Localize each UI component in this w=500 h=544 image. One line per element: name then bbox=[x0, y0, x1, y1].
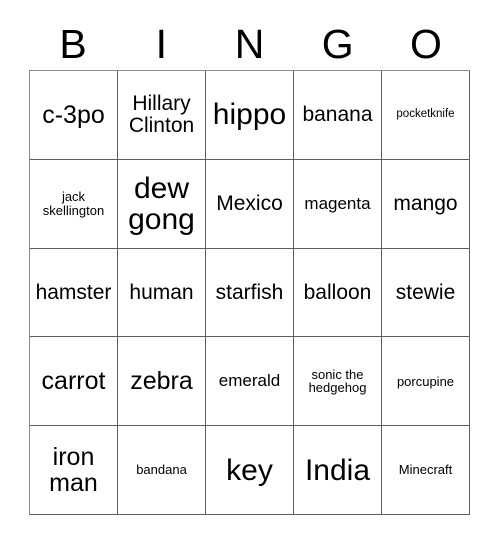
bingo-cell-label: starfish bbox=[215, 280, 284, 304]
bingo-cell-label: Mexico bbox=[216, 191, 283, 215]
bingo-cell-label: porcupine bbox=[396, 373, 455, 389]
bingo-cell[interactable]: porcupine bbox=[382, 337, 470, 427]
bingo-cell[interactable]: human bbox=[118, 248, 206, 338]
bingo-cell-label: banana bbox=[302, 102, 373, 126]
bingo-cell-label: stewie bbox=[395, 280, 456, 304]
bingo-grid: c-3po Hillary Clinton hippo banana pocke… bbox=[29, 70, 470, 515]
bingo-cell[interactable]: zebra bbox=[118, 337, 206, 427]
header-letter-o: O bbox=[409, 20, 442, 67]
bingo-cell[interactable]: bandana bbox=[118, 426, 206, 515]
bingo-cell[interactable]: dew gong bbox=[118, 159, 206, 249]
bingo-cell-label: hippo bbox=[212, 98, 287, 132]
bingo-cell-label: key bbox=[226, 453, 273, 487]
bingo-cell-label: Hillary Clinton bbox=[128, 92, 195, 137]
bingo-cell[interactable]: Hillary Clinton bbox=[118, 71, 206, 160]
bingo-cell[interactable]: c-3po bbox=[30, 71, 118, 160]
bingo-cell[interactable]: mango bbox=[382, 159, 470, 249]
bingo-cell-label: sonic the hedgehog bbox=[308, 366, 367, 396]
bingo-cell[interactable]: starfish bbox=[206, 248, 294, 338]
bingo-cell-label: dew gong bbox=[128, 171, 195, 236]
bingo-cell-label: hamster bbox=[35, 280, 112, 304]
bingo-cell[interactable]: key bbox=[206, 426, 294, 515]
header-letter-g: G bbox=[321, 20, 354, 67]
bingo-cell-label: magenta bbox=[304, 193, 371, 213]
bingo-cell[interactable]: hippo bbox=[206, 71, 294, 160]
bingo-cell[interactable]: stewie bbox=[382, 248, 470, 338]
bingo-cell[interactable]: jack skellington bbox=[30, 159, 118, 249]
bingo-cell[interactable]: emerald bbox=[206, 337, 294, 427]
bingo-cell-label: c-3po bbox=[42, 100, 105, 129]
bingo-cell-label: emerald bbox=[218, 371, 281, 391]
bingo-cell[interactable]: banana bbox=[294, 71, 382, 160]
bingo-cell-label: carrot bbox=[41, 367, 106, 396]
header-letter-i: I bbox=[155, 20, 167, 67]
header-letter-n: N bbox=[234, 20, 265, 67]
bingo-cell[interactable]: magenta bbox=[294, 159, 382, 249]
bingo-cell[interactable]: carrot bbox=[30, 337, 118, 427]
bingo-cell-label: India bbox=[304, 453, 371, 487]
bingo-cell-label: balloon bbox=[303, 280, 372, 304]
bingo-cell-label: bandana bbox=[136, 462, 187, 478]
bingo-cell-label: mango bbox=[393, 191, 458, 215]
bingo-cell[interactable]: sonic the hedgehog bbox=[294, 337, 382, 427]
bingo-cell[interactable]: Minecraft bbox=[382, 426, 470, 515]
bingo-cell-label: jack skellington bbox=[42, 189, 105, 218]
bingo-cell[interactable]: hamster bbox=[30, 248, 118, 338]
bingo-cell[interactable]: pocketknife bbox=[382, 71, 470, 160]
bingo-cell[interactable]: Mexico bbox=[206, 159, 294, 249]
bingo-cell[interactable]: iron man bbox=[30, 426, 118, 515]
bingo-cell-label: Minecraft bbox=[398, 462, 453, 478]
header-letter-b: B bbox=[59, 20, 87, 67]
bingo-header: B I N G O bbox=[29, 18, 470, 70]
bingo-cell[interactable]: balloon bbox=[294, 248, 382, 338]
bingo-cell-label: iron man bbox=[49, 443, 98, 498]
bingo-card: B I N G O c-3po Hillary Clinton hippo ba… bbox=[0, 0, 500, 544]
bingo-cell-label: pocketknife bbox=[396, 107, 455, 120]
bingo-cell-label: human bbox=[129, 280, 194, 304]
bingo-cell-label: zebra bbox=[130, 367, 193, 396]
bingo-cell[interactable]: India bbox=[294, 426, 382, 515]
